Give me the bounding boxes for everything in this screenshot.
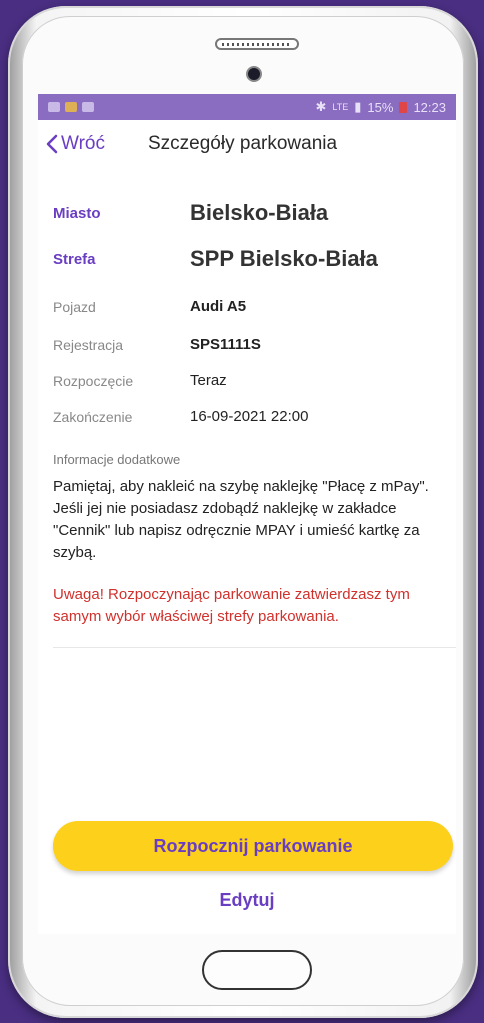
zone-label: Strefa xyxy=(53,250,96,268)
back-label: Wróć xyxy=(61,133,105,154)
bluetooth-icon: ✱ xyxy=(315,99,327,114)
home-button[interactable] xyxy=(202,950,312,990)
chevron-left-icon xyxy=(46,134,58,154)
vehicle-row: Pojazd Audi A5 xyxy=(38,298,456,315)
network-label: LTE xyxy=(332,102,349,112)
speaker-grille xyxy=(215,38,299,50)
end-label: Zakończenie xyxy=(53,408,133,425)
info-label: Informacje dodatkowe xyxy=(53,452,181,467)
end-row: Zakończenie 16-09-2021 22:00 xyxy=(38,408,456,425)
city-value: Bielsko-Biała xyxy=(190,200,329,225)
warning-text: Uwaga! Rozpoczynając parkowanie zatwierd… xyxy=(53,586,410,625)
battery-percent: 15% xyxy=(367,99,394,115)
nav-header: Wróć Szczegóły parkowania xyxy=(38,120,456,168)
divider xyxy=(53,647,456,648)
vehicle-value: Audi A5 xyxy=(190,298,247,315)
info-text: Pamiętaj, aby nakleić na szybę naklejkę … xyxy=(53,478,429,561)
bag-notification-icon xyxy=(82,102,94,112)
zone-row: Strefa SPP Bielsko-Biała xyxy=(38,246,456,272)
start-value: Teraz xyxy=(190,372,227,389)
front-camera xyxy=(246,66,262,82)
page-title: Szczegóły parkowania xyxy=(148,133,338,154)
signal-icon: ▮ xyxy=(354,99,362,114)
city-row: Miasto Bielsko-Biała xyxy=(38,200,456,226)
city-label: Miasto xyxy=(53,204,101,222)
start-row: Rozpoczęcie Teraz xyxy=(38,372,456,389)
back-button[interactable]: Wróć xyxy=(46,133,105,155)
registration-row: Rejestracja SPS1111S xyxy=(38,336,456,353)
edit-button[interactable]: Edytuj xyxy=(38,890,456,911)
registration-value: SPS1111S xyxy=(190,336,261,353)
zone-value: SPP Bielsko-Biała xyxy=(190,246,378,271)
battery-icon xyxy=(399,101,408,113)
end-value: 16-09-2021 22:00 xyxy=(190,408,309,425)
start-label: Rozpoczęcie xyxy=(53,372,134,389)
clock: 12:23 xyxy=(413,99,446,115)
image-notification-icon xyxy=(48,102,60,112)
vehicle-label: Pojazd xyxy=(53,298,96,315)
start-parking-button[interactable]: Rozpocznij parkowanie xyxy=(53,821,453,871)
registration-label: Rejestracja xyxy=(53,336,124,353)
app-screen: ✱ LTE ▮ 15% 12:23 Wróć Szczegóły parkowa… xyxy=(38,94,456,934)
status-bar: ✱ LTE ▮ 15% 12:23 xyxy=(38,94,456,120)
app-notification-icon xyxy=(65,102,77,112)
